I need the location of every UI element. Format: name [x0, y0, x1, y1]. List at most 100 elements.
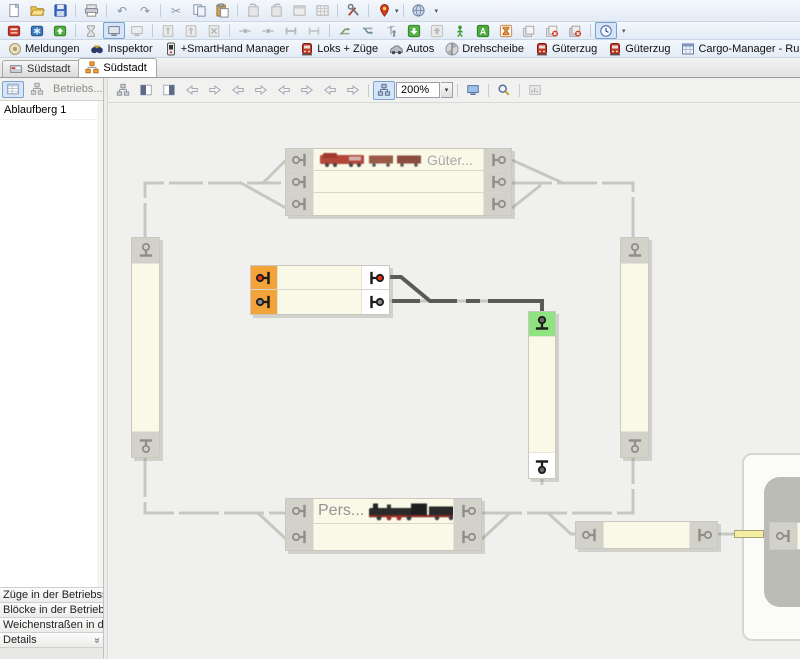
- block-connector[interactable]: [362, 266, 389, 289]
- redo-icon[interactable]: ↷: [134, 2, 156, 19]
- buffer-left-icon[interactable]: [280, 22, 302, 39]
- block-row[interactable]: Pers...: [286, 499, 481, 524]
- window-button-gueterzug-1[interactable]: Güterzug: [530, 41, 602, 57]
- window-button-meldungen[interactable]: Meldungen: [3, 41, 84, 57]
- block-row[interactable]: [286, 171, 511, 193]
- nav-arrow-right-icon[interactable]: [342, 81, 364, 100]
- nav-arrow-right-icon[interactable]: [204, 81, 226, 100]
- track-diagram-canvas[interactable]: Güter...: [108, 103, 800, 659]
- nav-arrow-right-icon[interactable]: [296, 81, 318, 100]
- save-icon[interactable]: [49, 2, 71, 19]
- map-pin-dropdown[interactable]: ▾: [395, 7, 399, 15]
- tools-icon[interactable]: [342, 2, 364, 19]
- block-row[interactable]: [251, 290, 389, 314]
- signal-window-icon[interactable]: [157, 22, 179, 39]
- block-vertical-left[interactable]: [131, 237, 160, 458]
- window-button-drehscheibe[interactable]: Drehscheibe: [440, 41, 529, 57]
- dispatcher-icon[interactable]: [380, 22, 402, 39]
- report-icon[interactable]: [524, 81, 546, 100]
- nav-arrow-left-icon[interactable]: [273, 81, 295, 100]
- copy-stack-icon[interactable]: [518, 22, 540, 39]
- window-button-loks-zuege[interactable]: Loks + Züge: [295, 41, 383, 57]
- copy-icon[interactable]: [188, 2, 210, 19]
- block-connector-selected[interactable]: [251, 266, 277, 289]
- window-button-gueterzug-2[interactable]: Güterzug: [603, 41, 675, 57]
- block-connector[interactable]: [286, 499, 313, 523]
- timer-icon[interactable]: [495, 22, 517, 39]
- go-icon[interactable]: [49, 22, 71, 39]
- operation-list[interactable]: Ablaufberg 1: [0, 101, 103, 587]
- block-connector[interactable]: [286, 193, 313, 215]
- nav-arrow-left-icon[interactable]: [227, 81, 249, 100]
- zoom-dropdown[interactable]: ▾: [441, 82, 453, 98]
- list-view-icon[interactable]: [2, 81, 24, 98]
- clock-icon[interactable]: [595, 22, 617, 39]
- section-bloecke[interactable]: Blöcke in der Betriebs...»: [0, 602, 103, 617]
- pane-left-icon[interactable]: [135, 81, 157, 100]
- list-item-ablaufberg[interactable]: Ablaufberg 1: [0, 101, 97, 120]
- block-row[interactable]: [286, 193, 511, 215]
- delete-stack-icon[interactable]: [564, 22, 586, 39]
- block-connector[interactable]: [484, 149, 511, 170]
- schematic-view-icon[interactable]: [373, 81, 395, 100]
- new-document-icon[interactable]: [3, 2, 25, 19]
- block-connector[interactable]: [621, 238, 648, 263]
- section-weichenstrassen[interactable]: Weichenstraßen in de...»: [0, 617, 103, 632]
- block-group-personenzug[interactable]: Pers...: [285, 498, 482, 551]
- block-connector[interactable]: [286, 171, 313, 192]
- block-connector[interactable]: [576, 522, 603, 548]
- crossing-icon[interactable]: [234, 22, 256, 39]
- signal-window-icon[interactable]: [180, 22, 202, 39]
- nav-arrow-left-icon[interactable]: [181, 81, 203, 100]
- block-connector[interactable]: [621, 432, 648, 457]
- tab-suedstadt-switchboard[interactable]: Südstadt: [2, 60, 80, 77]
- print-icon[interactable]: [80, 2, 102, 19]
- block-connector[interactable]: [454, 524, 481, 550]
- block-row[interactable]: [576, 522, 717, 548]
- monitor-icon[interactable]: [126, 22, 148, 39]
- worker-icon[interactable]: [449, 22, 471, 39]
- window-button-smarthand[interactable]: +SmartHand Manager: [159, 41, 295, 57]
- open-folder-icon[interactable]: [26, 2, 48, 19]
- auto-mode-icon[interactable]: A: [472, 22, 494, 39]
- block-ablaufberg-selected[interactable]: [250, 265, 390, 315]
- find-icon[interactable]: [493, 81, 515, 100]
- block-row[interactable]: [286, 524, 481, 550]
- block-row[interactable]: [251, 266, 389, 290]
- buffer-right-icon[interactable]: [303, 22, 325, 39]
- crossing-icon[interactable]: [257, 22, 279, 39]
- hourglass-icon[interactable]: [80, 22, 102, 39]
- download-green-icon[interactable]: [403, 22, 425, 39]
- globe-icon[interactable]: [408, 2, 430, 19]
- route-switch-icon[interactable]: [334, 22, 356, 39]
- window-button-inspektor[interactable]: Inspektor: [85, 41, 157, 57]
- block-connector[interactable]: [132, 238, 159, 263]
- power-icon[interactable]: [26, 22, 48, 39]
- paste-icon[interactable]: [211, 2, 233, 19]
- nav-arrow-right-icon[interactable]: [250, 81, 272, 100]
- grid-window-icon[interactable]: [311, 2, 333, 19]
- toolbar-overflow[interactable]: ▾: [622, 27, 626, 35]
- properties-icon[interactable]: [288, 2, 310, 19]
- block-row[interactable]: Güter...: [286, 149, 511, 171]
- block-signal-green[interactable]: [528, 311, 556, 479]
- window-button-autos[interactable]: Autos: [384, 41, 439, 57]
- tree-view-icon[interactable]: [26, 81, 48, 98]
- block-connector[interactable]: [770, 523, 797, 549]
- map-pin-icon[interactable]: [373, 2, 395, 19]
- route-switch-icon[interactable]: [357, 22, 379, 39]
- monitor-active-icon[interactable]: [103, 22, 125, 39]
- signal-window-close-icon[interactable]: [203, 22, 225, 39]
- block-connector[interactable]: [132, 432, 159, 457]
- block-connector[interactable]: [454, 499, 481, 523]
- tab-suedstadt-dispatcher[interactable]: Südstadt: [78, 58, 156, 77]
- block-connector[interactable]: [362, 290, 389, 314]
- block-connector[interactable]: [484, 171, 511, 192]
- window-button-cargo-manager[interactable]: Cargo-Manager - Runde 0: [676, 41, 800, 57]
- block-connector[interactable]: [484, 193, 511, 215]
- section-zuege[interactable]: Züge in der Betriebsst...»: [0, 587, 103, 602]
- layout-tree-icon[interactable]: [112, 81, 134, 100]
- rotate-left-icon[interactable]: [242, 2, 264, 19]
- block-connector[interactable]: [529, 453, 555, 478]
- block-connector-selected[interactable]: [251, 290, 277, 314]
